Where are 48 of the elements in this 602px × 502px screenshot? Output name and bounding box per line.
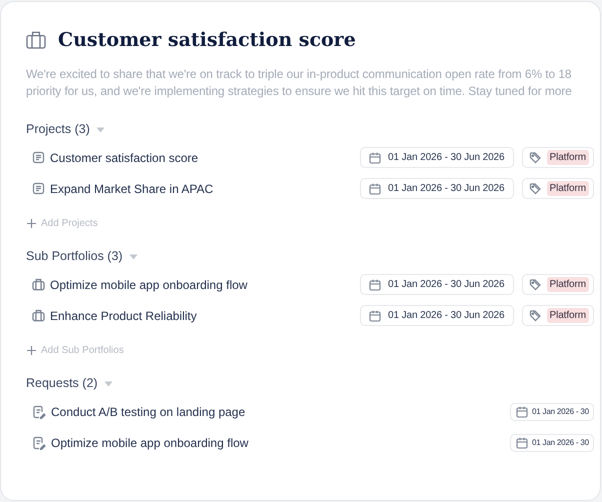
item-title[interactable]: Optimize mobile app onboarding flow	[50, 278, 248, 292]
section-heading: Sub Portfolios (3)	[26, 249, 123, 263]
tag-label: Platform	[546, 308, 589, 323]
item-title[interactable]: Expand Market Share in APAC	[50, 182, 214, 196]
tag-label: Platform	[546, 150, 589, 165]
caret-icon[interactable]	[128, 254, 138, 260]
briefcase-icon	[26, 30, 46, 50]
date-range-chip[interactable]: 01 Jan 2026 - 30 Jun 2026	[360, 305, 514, 326]
caret-icon[interactable]	[96, 127, 105, 133]
document-pen-icon	[32, 404, 46, 418]
calendar-icon	[369, 278, 381, 290]
briefcase-icon	[32, 309, 45, 322]
calendar-icon	[516, 436, 528, 448]
description-line: priority for us, and we're implementing strategies to ensure we hit this target on time. Stay tuned for more	[26, 83, 573, 100]
date-range-chip[interactable]: 01 Jan 2026 - 30	[510, 402, 594, 420]
tag-chip[interactable]: Platform	[522, 178, 594, 199]
date-range-chip[interactable]: 01 Jan 2026 - 30	[510, 434, 594, 452]
plus-icon	[27, 219, 36, 228]
page-title: Customer satisfaction score	[58, 29, 356, 51]
date-range-chip[interactable]: 01 Jan 2026 - 30 Jun 2026	[360, 274, 514, 295]
item-title[interactable]: Customer satisfaction score	[50, 150, 198, 164]
tag-chip[interactable]: Platform	[522, 147, 594, 168]
tag-icon	[528, 151, 542, 164]
caret-icon[interactable]	[104, 381, 113, 387]
tag-icon	[528, 278, 542, 291]
document-pen-icon	[32, 436, 46, 450]
calendar-icon	[369, 182, 381, 194]
item-title[interactable]: Conduct A/B testing on landing page	[51, 404, 246, 418]
tag-chip[interactable]: Platform	[522, 274, 594, 295]
section-heading: Projects (3)	[26, 122, 90, 136]
tag-icon	[528, 309, 542, 322]
plus-icon	[27, 346, 36, 355]
tag-label: Platform	[546, 181, 589, 196]
calendar-icon	[516, 406, 528, 418]
document-icon	[32, 151, 45, 164]
date-range-chip[interactable]: 01 Jan 2026 - 30 Jun 2026	[360, 147, 514, 168]
item-title[interactable]: Enhance Product Reliability	[50, 308, 197, 322]
date-range-chip[interactable]: 01 Jan 2026 - 30 Jun 2026	[360, 178, 514, 199]
description-line: We're excited to share that we're on track to triple our in-product communication open rate from 6% to 18	[26, 66, 572, 83]
document-icon	[32, 182, 45, 195]
item-title[interactable]: Optimize mobile app onboarding flow	[51, 436, 248, 450]
tag-icon	[528, 182, 542, 195]
calendar-icon	[369, 152, 381, 164]
tag-label: Platform	[546, 277, 589, 292]
tag-chip[interactable]: Platform	[522, 305, 594, 326]
briefcase-icon	[32, 278, 45, 291]
section-heading: Requests (2)	[26, 376, 98, 390]
calendar-icon	[369, 310, 381, 322]
